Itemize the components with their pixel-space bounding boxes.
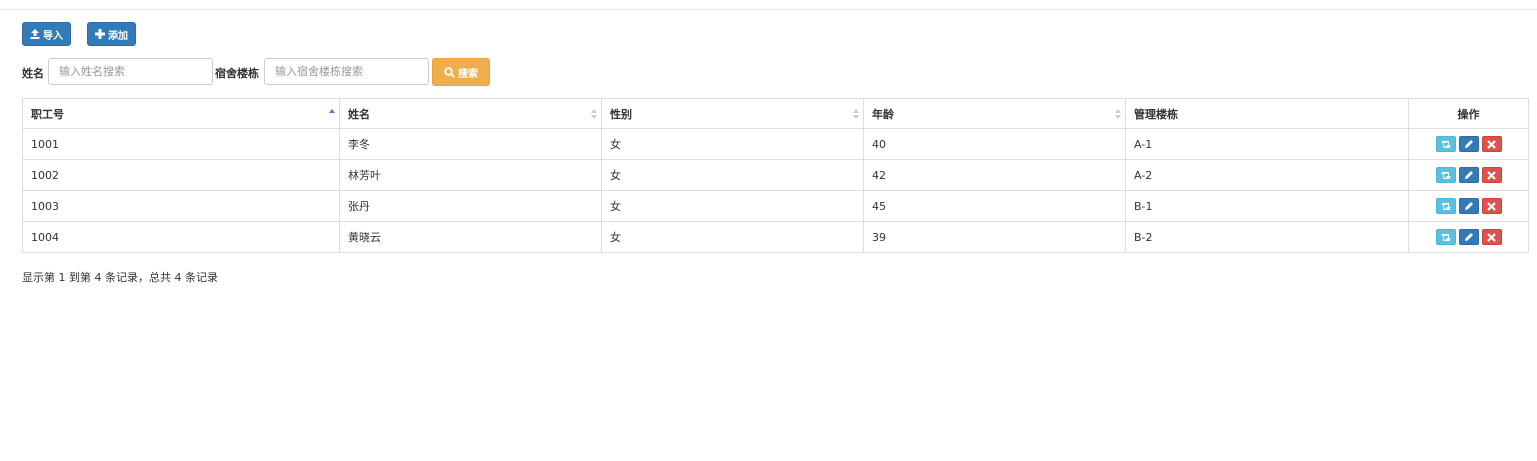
name-search-label: 姓名 xyxy=(22,67,44,80)
column-label: 年龄 xyxy=(872,107,894,121)
cell-staff-id: 1001 xyxy=(22,128,340,160)
cell-gender: 女 xyxy=(601,190,864,222)
cell-age: 45 xyxy=(863,190,1126,222)
column-header-age[interactable]: 年龄 xyxy=(863,98,1126,129)
delete-button[interactable] xyxy=(1481,167,1502,183)
top-divider xyxy=(0,9,1537,10)
remove-icon xyxy=(1487,232,1496,242)
cell-name: 张丹 xyxy=(339,190,602,222)
edit-button[interactable] xyxy=(1458,198,1479,214)
name-search-input[interactable] xyxy=(48,58,213,85)
cell-staff-id: 1004 xyxy=(22,221,340,253)
reassign-button[interactable] xyxy=(1435,136,1456,152)
table-row: 1001 李冬女 40 A-1 xyxy=(22,128,1529,160)
cell-name: 李冬 xyxy=(339,128,602,160)
cell-gender: 女 xyxy=(601,221,864,253)
cell-gender: 女 xyxy=(601,128,864,160)
cell-name: 黄晓云 xyxy=(339,221,602,253)
retweet-icon xyxy=(1440,202,1451,210)
table-row: 1003 张丹女 45 B-1 xyxy=(22,190,1529,222)
sort-both-icon xyxy=(853,108,859,119)
cell-actions xyxy=(1408,221,1529,253)
pencil-icon xyxy=(1464,202,1473,210)
cell-building: B-2 xyxy=(1125,221,1409,253)
pencil-icon xyxy=(1464,171,1473,179)
cell-building: A-1 xyxy=(1125,128,1409,160)
cell-age: 42 xyxy=(863,159,1126,191)
search-button[interactable]: 搜索 xyxy=(432,58,490,86)
table-header-row: 职工号 姓名 性别 年龄 管理楼栋 操作 xyxy=(22,98,1529,129)
column-label: 职工号 xyxy=(31,107,64,121)
plus-icon xyxy=(95,29,105,39)
sort-asc-icon xyxy=(329,108,335,113)
cell-age: 40 xyxy=(863,128,1126,160)
import-button[interactable]: 导入 xyxy=(22,22,71,46)
retweet-icon xyxy=(1440,171,1451,179)
search-icon xyxy=(444,66,455,78)
add-label: 添加 xyxy=(108,30,128,42)
pencil-icon xyxy=(1464,140,1473,148)
column-label: 管理楼栋 xyxy=(1134,107,1178,121)
staff-table: 职工号 姓名 性别 年龄 管理楼栋 操作 1001 李冬女 40 A-1 1002 xyxy=(22,98,1529,253)
cell-actions xyxy=(1408,190,1529,222)
retweet-icon xyxy=(1440,233,1451,241)
building-search-input[interactable] xyxy=(264,58,429,85)
column-header-building: 管理楼栋 xyxy=(1125,98,1409,129)
column-label: 姓名 xyxy=(348,107,370,121)
cell-staff-id: 1003 xyxy=(22,190,340,222)
cell-building: B-1 xyxy=(1125,190,1409,222)
column-header-staff-id[interactable]: 职工号 xyxy=(22,98,340,129)
edit-button[interactable] xyxy=(1458,136,1479,152)
remove-icon xyxy=(1487,201,1496,211)
table-row: 1002 林芳叶女 42 A-2 xyxy=(22,159,1529,191)
pencil-icon xyxy=(1464,233,1473,241)
cell-building: A-2 xyxy=(1125,159,1409,191)
reassign-button[interactable] xyxy=(1435,167,1456,183)
edit-button[interactable] xyxy=(1458,229,1479,245)
reassign-button[interactable] xyxy=(1435,198,1456,214)
remove-icon xyxy=(1487,170,1496,180)
edit-button[interactable] xyxy=(1458,167,1479,183)
column-label: 性别 xyxy=(610,107,632,121)
cell-age: 39 xyxy=(863,221,1126,253)
column-header-gender[interactable]: 性别 xyxy=(601,98,864,129)
cell-actions xyxy=(1408,128,1529,160)
cell-gender: 女 xyxy=(601,159,864,191)
add-button[interactable]: 添加 xyxy=(87,22,136,46)
delete-button[interactable] xyxy=(1481,136,1502,152)
cell-staff-id: 1002 xyxy=(22,159,340,191)
cell-name: 林芳叶 xyxy=(339,159,602,191)
sort-both-icon xyxy=(591,108,597,119)
reassign-button[interactable] xyxy=(1435,229,1456,245)
table-row: 1004 黄晓云女 39 B-2 xyxy=(22,221,1529,253)
retweet-icon xyxy=(1440,140,1451,148)
pagination-summary: 显示第 1 到第 4 条记录，总共 4 条记录 xyxy=(22,271,218,284)
search-label: 搜索 xyxy=(458,68,478,80)
column-header-name[interactable]: 姓名 xyxy=(339,98,602,129)
remove-icon xyxy=(1487,139,1496,149)
delete-button[interactable] xyxy=(1481,229,1502,245)
upload-icon xyxy=(30,29,40,39)
column-label: 操作 xyxy=(1457,107,1480,121)
building-search-label: 宿舍楼栋 xyxy=(215,67,259,80)
import-label: 导入 xyxy=(43,30,63,42)
column-header-actions: 操作 xyxy=(1408,98,1529,129)
sort-both-icon xyxy=(1115,108,1121,119)
delete-button[interactable] xyxy=(1481,198,1502,214)
cell-actions xyxy=(1408,159,1529,191)
